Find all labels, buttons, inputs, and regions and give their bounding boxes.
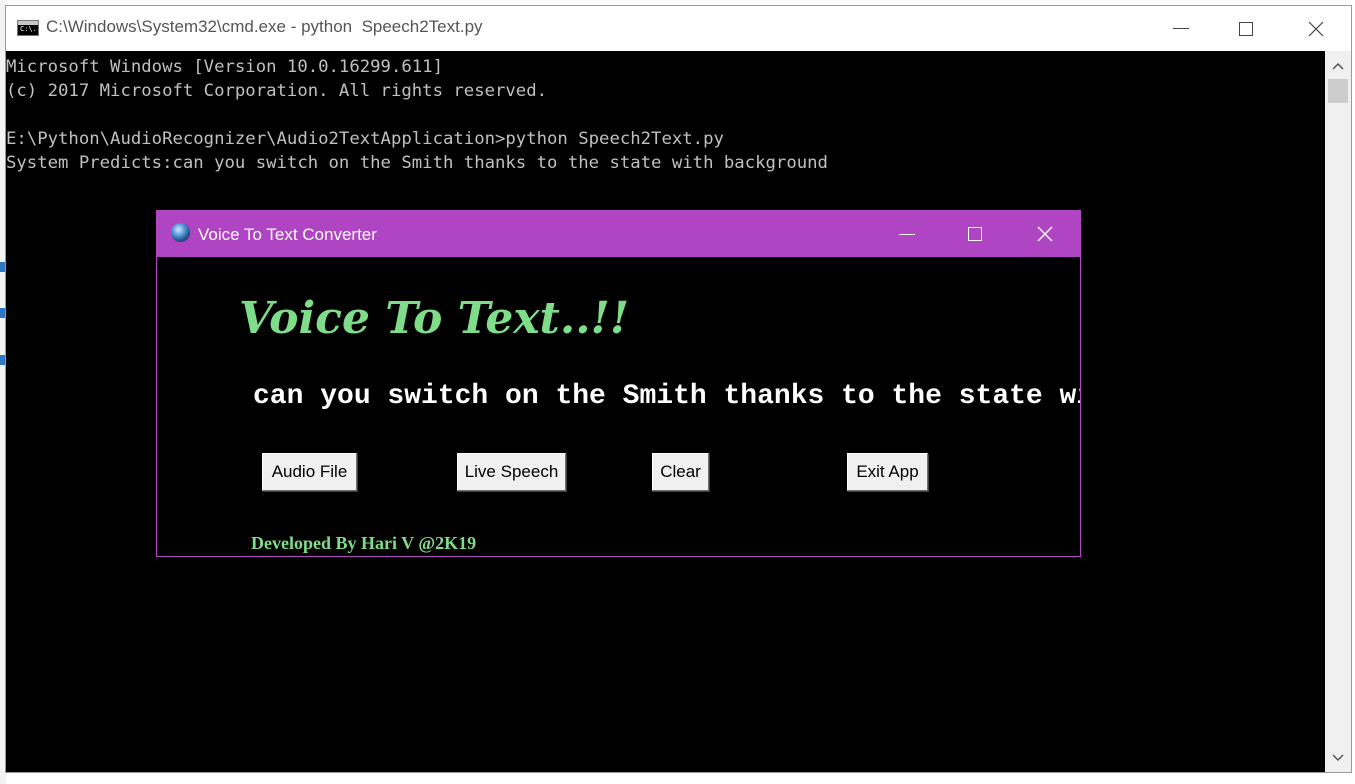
developer-credit: Developed By Hari V @2K19 — [251, 533, 477, 553]
maximize-icon — [968, 227, 982, 241]
console-line: System Predicts:can you switch on the Sm… — [6, 153, 828, 173]
exit-app-button[interactable]: Exit App — [847, 453, 928, 491]
vtt-maximize-button[interactable] — [940, 211, 1010, 257]
vtt-titlebar[interactable]: Voice To Text Converter — [157, 211, 1080, 257]
vtt-minimize-button[interactable] — [872, 211, 942, 257]
vtt-close-button[interactable] — [1010, 211, 1080, 257]
recognized-text: can you switch on the Smith thanks to th… — [253, 381, 1080, 412]
minimize-icon — [1173, 28, 1189, 29]
globe-icon[interactable] — [171, 223, 190, 242]
live-speech-button[interactable]: Live Speech — [457, 453, 566, 491]
cmd-close-button[interactable] — [1281, 6, 1351, 51]
scroll-up-icon[interactable] — [1325, 55, 1351, 77]
console-line: E:\Python\AudioRecognizer\Audio2TextAppl… — [6, 129, 724, 149]
audio-file-button[interactable]: Audio File — [262, 453, 357, 491]
voice-to-text-window: Voice To Text Converter Voice To Text..!… — [156, 210, 1081, 557]
app-heading: Voice To Text..!! — [239, 293, 630, 344]
close-icon — [1308, 21, 1324, 36]
clear-button[interactable]: Clear — [652, 453, 709, 491]
console-scrollbar[interactable] — [1325, 51, 1351, 772]
cmd-minimize-button[interactable] — [1146, 6, 1216, 51]
maximize-icon — [1239, 21, 1253, 36]
vtt-window-title: Voice To Text Converter — [198, 225, 377, 244]
cmd-app-icon[interactable]: C:\. — [17, 20, 39, 36]
cmd-window-title: C:\Windows\System32\cmd.exe - python Spe… — [46, 17, 483, 36]
console-line: (c) 2017 Microsoft Corporation. All righ… — [6, 81, 548, 101]
cmd-titlebar[interactable]: C:\. C:\Windows\System32\cmd.exe - pytho… — [6, 6, 1351, 51]
scroll-thumb[interactable] — [1328, 79, 1348, 103]
scroll-down-icon[interactable] — [1325, 747, 1351, 769]
cmd-icon-label: C:\. — [20, 25, 37, 33]
console-line: Microsoft Windows [Version 10.0.16299.61… — [6, 57, 443, 77]
close-icon — [1037, 226, 1053, 242]
minimize-icon — [899, 233, 915, 235]
cmd-maximize-button[interactable] — [1211, 6, 1281, 51]
